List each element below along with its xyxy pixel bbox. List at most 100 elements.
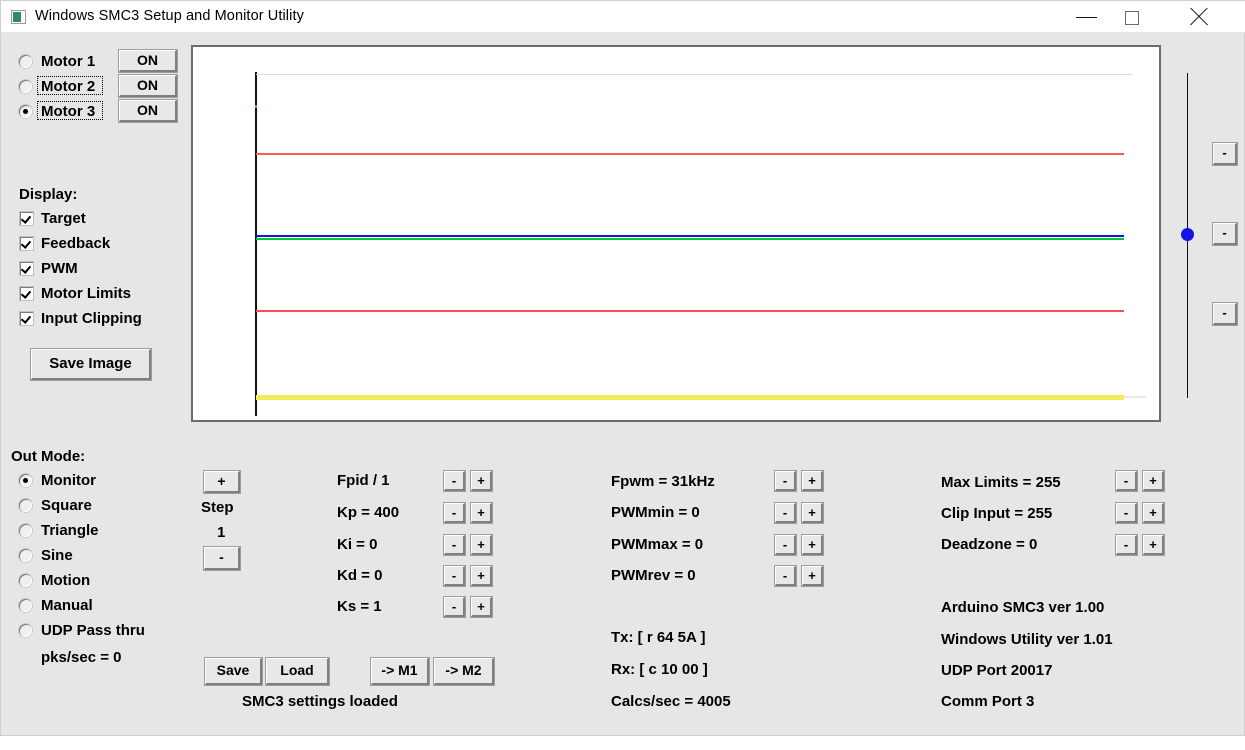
radio-motor-3[interactable] [19, 105, 32, 118]
clip-input-label: Clip Input = 255 [941, 505, 1053, 522]
kp-minus-button[interactable]: - [444, 503, 465, 523]
label-input-clipping: Input Clipping [41, 310, 142, 327]
pwmrev-label: PWMrev = 0 [611, 567, 696, 584]
step-increase-button[interactable]: + [204, 471, 240, 493]
trace-pwm [256, 395, 1124, 400]
fpwm-plus-button[interactable]: + [802, 471, 823, 491]
motor-2-on-button[interactable]: ON [119, 75, 177, 97]
scale-decrease-middle-button[interactable]: - [1213, 223, 1237, 245]
pwmrev-minus-button[interactable]: - [775, 566, 796, 586]
app-icon [11, 10, 26, 24]
fpid-plus-button[interactable]: + [471, 471, 492, 491]
display-heading: Display: [19, 186, 78, 203]
settings-status-text: SMC3 settings loaded [242, 693, 398, 710]
copy-to-m1-button[interactable]: -> M1 [371, 658, 429, 685]
radio-square[interactable] [19, 499, 32, 512]
arduino-version: Arduino SMC3 ver 1.00 [941, 599, 1105, 616]
pwmmax-plus-button[interactable]: + [802, 535, 823, 555]
maximize-button[interactable] [1110, 1, 1156, 32]
trace-motor-limit-upper [256, 153, 1124, 155]
trace-motor-limit-lower [256, 310, 1124, 312]
ki-label: Ki = 0 [337, 536, 378, 553]
tx-readout: Tx: [ r 64 5A ] [611, 629, 706, 646]
scale-decrease-top-button[interactable]: - [1213, 143, 1237, 165]
pwmmin-minus-button[interactable]: - [775, 503, 796, 523]
rx-readout: Rx: [ c 10 00 ] [611, 661, 708, 678]
motor-3-on-button[interactable]: ON [119, 100, 177, 122]
clip-input-plus-button[interactable]: + [1143, 503, 1164, 523]
chart-panel[interactable] [191, 45, 1161, 422]
fpwm-minus-button[interactable]: - [775, 471, 796, 491]
label-motor-2: Motor 2 [41, 78, 96, 95]
checkbox-target[interactable] [20, 212, 33, 225]
fpid-label: Fpid / 1 [337, 472, 390, 489]
ki-minus-button[interactable]: - [444, 535, 465, 555]
label-pwm: PWM [41, 260, 78, 277]
window-title: Windows SMC3 Setup and Monitor Utility [35, 8, 304, 24]
radio-udp-pass-thru[interactable] [19, 624, 32, 637]
label-manual: Manual [41, 597, 93, 614]
label-square: Square [41, 497, 92, 514]
pwmmin-label: PWMmin = 0 [611, 504, 700, 521]
label-feedback: Feedback [41, 235, 111, 252]
radio-triangle[interactable] [19, 524, 32, 537]
label-target: Target [41, 210, 86, 227]
scale-decrease-bottom-button[interactable]: - [1213, 303, 1237, 325]
step-decrease-button[interactable]: - [204, 547, 240, 570]
radio-sine[interactable] [19, 549, 32, 562]
minimize-icon [1076, 17, 1097, 18]
pks-per-sec-readout: pks/sec = 0 [41, 649, 122, 666]
label-triangle: Triangle [41, 522, 99, 539]
label-motor-limits: Motor Limits [41, 285, 131, 302]
radio-motor-2[interactable] [19, 80, 32, 93]
checkbox-motor-limits[interactable] [20, 287, 33, 300]
ks-plus-button[interactable]: + [471, 597, 492, 617]
motor-1-on-button[interactable]: ON [119, 50, 177, 72]
out-mode-heading: Out Mode: [11, 448, 86, 465]
ki-plus-button[interactable]: + [471, 535, 492, 555]
axis-tick-mark [255, 105, 257, 108]
label-motor-3: Motor 3 [41, 103, 96, 120]
fpid-minus-button[interactable]: - [444, 471, 465, 491]
copy-to-m2-button[interactable]: -> M2 [434, 658, 494, 685]
save-image-button[interactable]: Save Image [31, 349, 151, 380]
checkbox-input-clipping[interactable] [20, 312, 33, 325]
max-limits-label: Max Limits = 255 [941, 474, 1061, 491]
label-sine: Sine [41, 547, 73, 564]
trace-target [256, 235, 1124, 237]
radio-motor-1[interactable] [19, 55, 32, 68]
fpwm-label: Fpwm = 31kHz [611, 473, 715, 490]
utility-version: Windows Utility ver 1.01 [941, 631, 1113, 648]
ks-minus-button[interactable]: - [444, 597, 465, 617]
kp-plus-button[interactable]: + [471, 503, 492, 523]
pwmrev-plus-button[interactable]: + [802, 566, 823, 586]
kd-plus-button[interactable]: + [471, 566, 492, 586]
pwmmin-plus-button[interactable]: + [802, 503, 823, 523]
max-limits-minus-button[interactable]: - [1116, 471, 1137, 491]
checkbox-feedback[interactable] [20, 237, 33, 250]
load-settings-button[interactable]: Load [266, 658, 329, 685]
close-button[interactable] [1180, 1, 1226, 32]
radio-monitor[interactable] [19, 474, 32, 487]
chart-zoom-slider-handle[interactable] [1181, 228, 1194, 241]
pwmmax-label: PWMmax = 0 [611, 536, 704, 553]
plot-top-border-line [256, 74, 1132, 75]
max-limits-plus-button[interactable]: + [1143, 471, 1164, 491]
label-monitor: Monitor [41, 472, 96, 489]
label-udp-pass-thru: UDP Pass thru [41, 622, 145, 639]
minimize-button[interactable] [1064, 1, 1110, 32]
kd-minus-button[interactable]: - [444, 566, 465, 586]
y-axis [255, 72, 257, 416]
label-motion: Motion [41, 572, 91, 589]
application-window: Windows SMC3 Setup and Monitor Utility M… [0, 0, 1245, 736]
radio-manual[interactable] [19, 599, 32, 612]
save-settings-button[interactable]: Save [205, 658, 262, 685]
radio-motion[interactable] [19, 574, 32, 587]
clip-input-minus-button[interactable]: - [1116, 503, 1137, 523]
calcs-readout: Calcs/sec = 4005 [611, 693, 731, 710]
checkbox-pwm[interactable] [20, 262, 33, 275]
deadzone-plus-button[interactable]: + [1143, 535, 1164, 555]
deadzone-minus-button[interactable]: - [1116, 535, 1137, 555]
trace-feedback [256, 238, 1124, 240]
pwmmax-minus-button[interactable]: - [775, 535, 796, 555]
